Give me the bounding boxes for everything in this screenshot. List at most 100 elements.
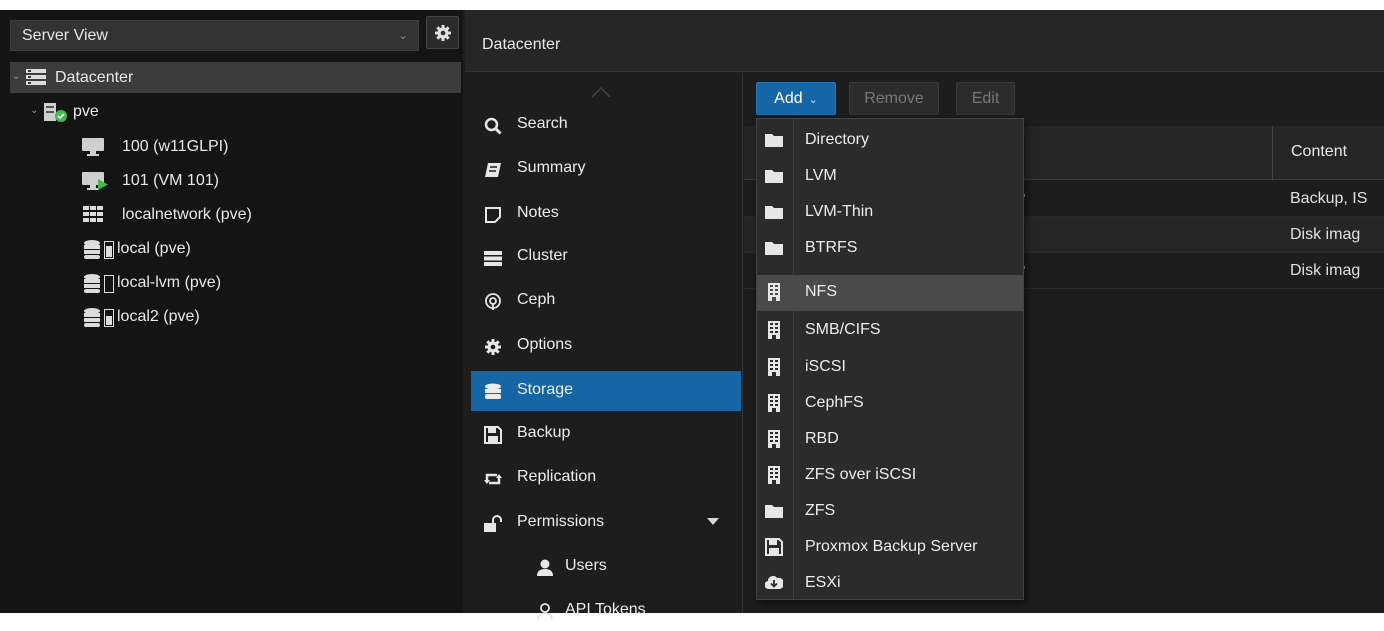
menu-item-label: BTRFS [805,239,858,256]
nav-item-label: Backup [517,424,571,441]
tree-item-label: localnetwork (pve) [122,206,252,223]
building-icon [768,430,780,448]
tree-item-label: pve [73,103,99,120]
cloud-download-icon [765,576,783,590]
tree-settings-button[interactable] [426,16,459,49]
menu-item-cephfs[interactable]: CephFS [757,386,1023,422]
nav-item-options[interactable]: Options [471,326,741,366]
nav-item-label: Notes [517,204,559,221]
collapse-icon[interactable]: ⌄ [12,71,20,82]
tree-item-localnetwork[interactable]: localnetwork (pve) [10,199,461,230]
user-outline-icon [537,603,553,621]
view-select[interactable]: Server View ⌄ [10,20,419,51]
menu-item-esxi[interactable]: ESXi [757,566,1023,602]
tree-item-vm-101[interactable]: 101 (VM 101) [10,165,461,196]
tree-item-label: local2 (pve) [117,308,200,325]
building-icon [768,321,780,339]
menu-item-nfs[interactable]: NFS [757,275,1023,311]
nav-item-label: Permissions [517,513,605,530]
user-icon [537,559,553,576]
menu-item-label: NFS [805,283,837,300]
nav-item-label: Options [517,336,573,353]
nav-item-search[interactable]: Search [471,105,741,145]
nav-item-label: Ceph [517,291,556,308]
add-button-label: Add [774,90,803,107]
menu-item-label: ZFS [805,502,836,519]
nav-item-storage[interactable]: Storage [471,371,741,411]
menu-item-label: Proxmox Backup Server [805,538,978,555]
database-icon [485,383,501,399]
unlock-icon [484,515,502,532]
nav-item-backup[interactable]: Backup [471,414,741,454]
tree-item-label: local-lvm (pve) [117,274,222,291]
search-icon [484,117,502,135]
datacenter-icon [26,69,46,85]
retweet-icon [484,473,502,485]
nav-item-label: Storage [517,381,574,398]
nav-item-label: Summary [517,159,586,176]
menu-item-proxmox-backup-server[interactable]: Proxmox Backup Server [757,530,1023,566]
monitor-icon [82,138,104,156]
menu-item-lvm[interactable]: LVM [757,159,1023,195]
content-header: Datacenter [465,10,1384,72]
building-icon [768,358,780,376]
nav-item-users[interactable]: Users [471,547,741,587]
menu-item-directory[interactable]: Directory [757,123,1023,159]
chevron-down-icon: ⌄ [397,28,408,42]
storage-usage-icon [84,240,114,259]
expand-caret-icon[interactable] [707,518,719,525]
folder-icon [765,242,783,255]
folder-icon [765,206,783,219]
tree-item-storage-local2[interactable]: local2 (pve) [10,301,461,332]
scroll-up-icon[interactable] [590,85,612,99]
note-icon [485,207,501,223]
tree-item-storage-local[interactable]: local (pve) [10,233,461,264]
nav-item-permissions[interactable]: Permissions [471,503,741,543]
menu-item-btrfs[interactable]: BTRFS [757,231,1023,267]
nav-item-label: API Tokens [565,601,646,618]
nav-item-notes[interactable]: Notes [471,194,741,234]
gear-icon [435,25,451,41]
tree-item-datacenter[interactable]: ⌄ Datacenter [10,62,461,93]
network-grid-icon [83,206,103,222]
proxmox-app: Server View ⌄ ⌄ Datacenter ⌄ pve 100 (w1… [0,10,1384,621]
storage-usage-icon [84,308,114,327]
cell-content: Disk imag [1290,226,1361,243]
chevron-down-icon: ⌄ [808,94,818,106]
menu-item-zfs-over-iscsi[interactable]: ZFS over iSCSI [757,458,1023,494]
menu-item-label: LVM-Thin [805,203,874,220]
nav-item-replication[interactable]: Replication [471,458,741,498]
folder-icon [765,170,783,183]
menu-item-zfs[interactable]: ZFS [757,494,1023,530]
column-header-content[interactable]: Content [1272,126,1384,180]
collapse-icon[interactable]: ⌄ [30,105,38,116]
menu-item-label: CephFS [805,394,864,411]
add-button[interactable]: Add ⌄ [756,82,836,115]
storage-usage-icon [84,274,114,293]
tree-item-storage-local-lvm[interactable]: local-lvm (pve) [10,267,461,298]
tree-item-label: 100 (w11GLPI) [122,138,229,155]
menu-item-label: ZFS over iSCSI [805,466,917,483]
menu-item-label: iSCSI [805,358,846,375]
edit-button[interactable]: Edit [956,82,1015,115]
floppy-icon [765,538,783,556]
page-title: Datacenter [482,36,561,53]
nav-item-cluster[interactable]: Cluster [471,237,741,277]
datacenter-nav-menu: Search Summary Notes Cluster Ceph Option… [465,73,743,621]
nav-item-ceph[interactable]: Ceph [471,281,741,321]
nav-item-summary[interactable]: Summary [471,149,741,189]
building-icon [768,394,780,412]
nav-item-api-tokens[interactable]: API Tokens [471,591,741,631]
remove-button[interactable]: Remove [849,82,939,115]
menu-item-label: RBD [805,430,839,447]
tree-item-label: local (pve) [117,240,191,257]
menu-item-lvm-thin[interactable]: LVM-Thin [757,195,1023,231]
menu-item-iscsi[interactable]: iSCSI [757,350,1023,386]
menu-item-rbd[interactable]: RBD [757,422,1023,458]
tree-item-vm-100[interactable]: 100 (w11GLPI) [10,131,461,162]
menu-item-smb-cifs[interactable]: SMB/CIFS [757,313,1023,349]
nav-item-label: Search [517,115,568,132]
cell-content: Backup, IS [1290,190,1368,207]
ceph-icon [485,293,501,310]
tree-item-node-pve[interactable]: ⌄ pve [10,96,461,127]
